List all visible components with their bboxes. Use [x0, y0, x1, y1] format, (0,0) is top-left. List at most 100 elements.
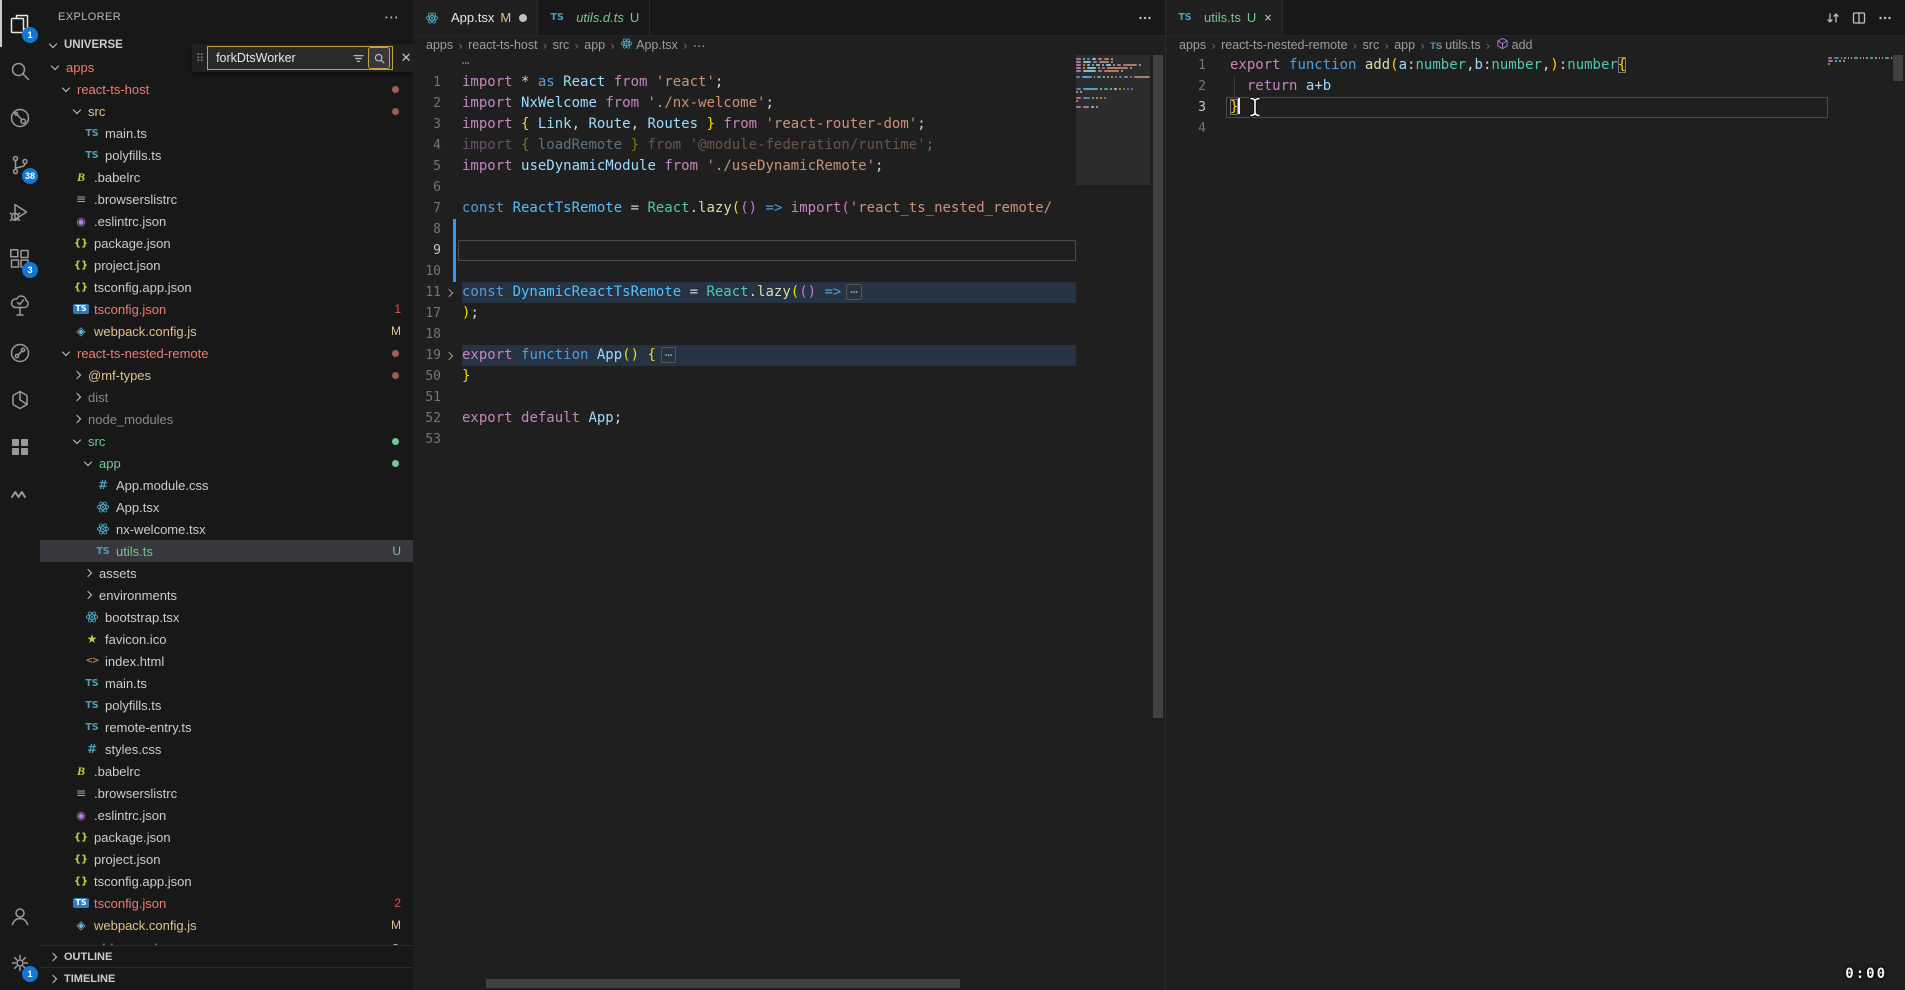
- code-line-2[interactable]: 2 return a+b: [1166, 76, 1828, 97]
- fuzzy-search-toggle-icon[interactable]: [368, 47, 390, 69]
- breadcrumb-item-src[interactable]: src: [1363, 38, 1380, 52]
- tree-item-nx-welcome.tsx[interactable]: nx-welcome.tsx: [40, 518, 413, 540]
- tree-item-index.html[interactable]: <>index.html: [40, 650, 413, 672]
- tree-item-project.json[interactable]: {}project.json: [40, 848, 413, 870]
- code-line-5[interactable]: 5import useDynamicModule from './useDyna…: [413, 156, 1076, 177]
- code-line-2[interactable]: 2import NxWelcome from './nx-welcome';: [413, 93, 1076, 114]
- breadcrumb-item-apps[interactable]: apps: [426, 38, 453, 52]
- code-line-7[interactable]: 7const ReactTsRemote = React.lazy(() => …: [413, 198, 1076, 219]
- tree-item-.browserslistrc[interactable]: ≡.browserslistrc: [40, 782, 413, 804]
- tree-item-@mf-types[interactable]: @mf-types: [40, 364, 413, 386]
- tree-item-.eslintrc.json[interactable]: ◉.eslintrc.json: [40, 804, 413, 826]
- code-line-3[interactable]: 3}: [1166, 97, 1828, 118]
- explorer-more-actions-button[interactable]: ⋯: [384, 10, 399, 25]
- open-changes-button[interactable]: [1825, 10, 1841, 26]
- code-line-11[interactable]: 11const DynamicReactTsRemote = React.laz…: [413, 282, 1076, 303]
- tree-item-app[interactable]: app: [40, 452, 413, 474]
- tree-item-styles.css[interactable]: #styles.css: [40, 738, 413, 760]
- tree-item-.babelrc[interactable]: B.babelrc: [40, 166, 413, 188]
- minimap[interactable]: [1828, 55, 1892, 69]
- breadcrumb-item-⋯[interactable]: ⋯: [693, 38, 706, 53]
- activity-item-grid-tool[interactable]: [0, 423, 40, 470]
- code-line-50[interactable]: 50}: [413, 366, 1076, 387]
- fold-chevron-icon[interactable]: [445, 352, 453, 360]
- tree-item-react-ts-nested-remote[interactable]: react-ts-nested-remote: [40, 342, 413, 364]
- tree-item-bootstrap.tsx[interactable]: bootstrap.tsx: [40, 606, 413, 628]
- tree-item-react-ts-host[interactable]: react-ts-host: [40, 78, 413, 100]
- code-line-1[interactable]: 1import * as React from 'react';: [413, 72, 1076, 93]
- code-line-6[interactable]: 6: [413, 177, 1076, 198]
- tree-item-webpack.config.js[interactable]: ◈webpack.config.jsM: [40, 914, 413, 936]
- tree-item-.babelrc[interactable]: B.babelrc: [40, 760, 413, 782]
- activity-item-settings[interactable]: 1: [0, 939, 40, 986]
- filter-icon[interactable]: [348, 48, 368, 68]
- minimap-slider[interactable]: [1076, 55, 1150, 185]
- vertical-scrollbar[interactable]: [1893, 55, 1903, 81]
- tree-item-src[interactable]: src: [40, 430, 413, 452]
- code-line-10[interactable]: 10: [413, 261, 1076, 282]
- tree-item-src[interactable]: src: [40, 100, 413, 122]
- activity-item-accounts[interactable]: [0, 892, 40, 939]
- close-tab-icon[interactable]: ×: [1264, 10, 1272, 25]
- breadcrumb-item-App.tsx[interactable]: App.tsx: [620, 37, 678, 53]
- timeline-panel-header[interactable]: TIMELINE: [40, 967, 413, 990]
- activity-item-explorer[interactable]: 1: [0, 0, 40, 47]
- tree-item-node_modules[interactable]: node_modules: [40, 408, 413, 430]
- vertical-scrollbar[interactable]: [1153, 55, 1163, 718]
- breadcrumb-item-react-ts-nested-remote[interactable]: react-ts-nested-remote: [1221, 38, 1347, 52]
- tree-item-remote-entry.ts[interactable]: TSremote-entry.ts: [40, 716, 413, 738]
- fold-chevron-icon[interactable]: [445, 289, 453, 297]
- tree-item-tsconfig.app.json[interactable]: {}tsconfig.app.json: [40, 870, 413, 892]
- code-line-18[interactable]: 18: [413, 324, 1076, 345]
- activity-item-run-debug[interactable]: [0, 188, 40, 235]
- tree-item-assets[interactable]: assets: [40, 562, 413, 584]
- tree-item-tsconfig.app.json[interactable]: {}tsconfig.app.json: [40, 276, 413, 298]
- code-line-17[interactable]: 17);: [413, 303, 1076, 324]
- breadcrumb-item-app[interactable]: app: [1394, 38, 1415, 52]
- breadcrumb-item-react-ts-host[interactable]: react-ts-host: [468, 38, 537, 52]
- activity-item-source-control[interactable]: 38: [0, 141, 40, 188]
- horizontal-scrollbar[interactable]: [486, 979, 960, 988]
- tree-item-package.json[interactable]: {}package.json: [40, 826, 413, 848]
- tree-filter-input[interactable]: [214, 50, 348, 66]
- code-line-4[interactable]: 4: [1166, 118, 1828, 139]
- code-editor-utils-ts[interactable]: 1export function add(a:number,b:number,)…: [1166, 55, 1828, 990]
- code-line-1[interactable]: 1export function add(a:number,b:number,)…: [1166, 55, 1828, 76]
- tab-utils.ts[interactable]: TSutils.tsU×: [1166, 0, 1283, 35]
- breadcrumb-item-utils.ts[interactable]: TSutils.ts: [1430, 38, 1481, 52]
- tab-utils.d.ts[interactable]: TSutils.d.tsU: [538, 0, 650, 35]
- code-line-52[interactable]: 52export default App;: [413, 408, 1076, 429]
- activity-item-node-graph[interactable]: [0, 94, 40, 141]
- tree-item-tsconfig.json[interactable]: TStsconfig.json1: [40, 298, 413, 320]
- breadcrumb-item-src[interactable]: src: [553, 38, 570, 52]
- tree-item-main.ts[interactable]: TSmain.ts: [40, 122, 413, 144]
- tree-item-webpack.config.js[interactable]: ◈webpack.config.jsM: [40, 320, 413, 342]
- unsaved-dot-icon[interactable]: [519, 14, 527, 22]
- tree-item-environments[interactable]: environments: [40, 584, 413, 606]
- tree-item-dist[interactable]: dist: [40, 386, 413, 408]
- code-line-3[interactable]: 3import { Link, Route, Routes } from 're…: [413, 114, 1076, 135]
- breadcrumb-item-apps[interactable]: apps: [1179, 38, 1206, 52]
- tab-App.tsx[interactable]: App.tsxM: [413, 0, 538, 35]
- tree-item-.browserslistrc[interactable]: ≡.browserslistrc: [40, 188, 413, 210]
- activity-item-wave-tool[interactable]: [0, 470, 40, 517]
- more-button[interactable]: [1137, 10, 1153, 26]
- code-line-9[interactable]: 9: [413, 240, 1076, 261]
- code-line-51[interactable]: 51: [413, 387, 1076, 408]
- code-line-19[interactable]: 19export function App() {⋯: [413, 345, 1076, 366]
- outline-panel-header[interactable]: OUTLINE: [40, 945, 413, 968]
- activity-item-commit-graph[interactable]: [0, 329, 40, 376]
- tree-item-App.tsx[interactable]: App.tsx: [40, 496, 413, 518]
- tree-item-package.json[interactable]: {}package.json: [40, 232, 413, 254]
- tree-item-utils.ts[interactable]: TSutils.tsU: [40, 540, 413, 562]
- close-filter-icon[interactable]: ✕: [397, 50, 414, 66]
- activity-item-extensions[interactable]: 3: [0, 235, 40, 282]
- drag-handle-icon[interactable]: ⠿: [196, 52, 204, 65]
- split-editor-button[interactable]: [1851, 10, 1867, 26]
- code-line-53[interactable]: 53: [413, 429, 1076, 450]
- more-button[interactable]: [1877, 10, 1893, 26]
- tree-item-polyfills.ts[interactable]: TSpolyfills.ts: [40, 694, 413, 716]
- activity-item-testing-tree[interactable]: [0, 282, 40, 329]
- code-line-8[interactable]: 8: [413, 219, 1076, 240]
- tree-item-project.json[interactable]: {}project.json: [40, 254, 413, 276]
